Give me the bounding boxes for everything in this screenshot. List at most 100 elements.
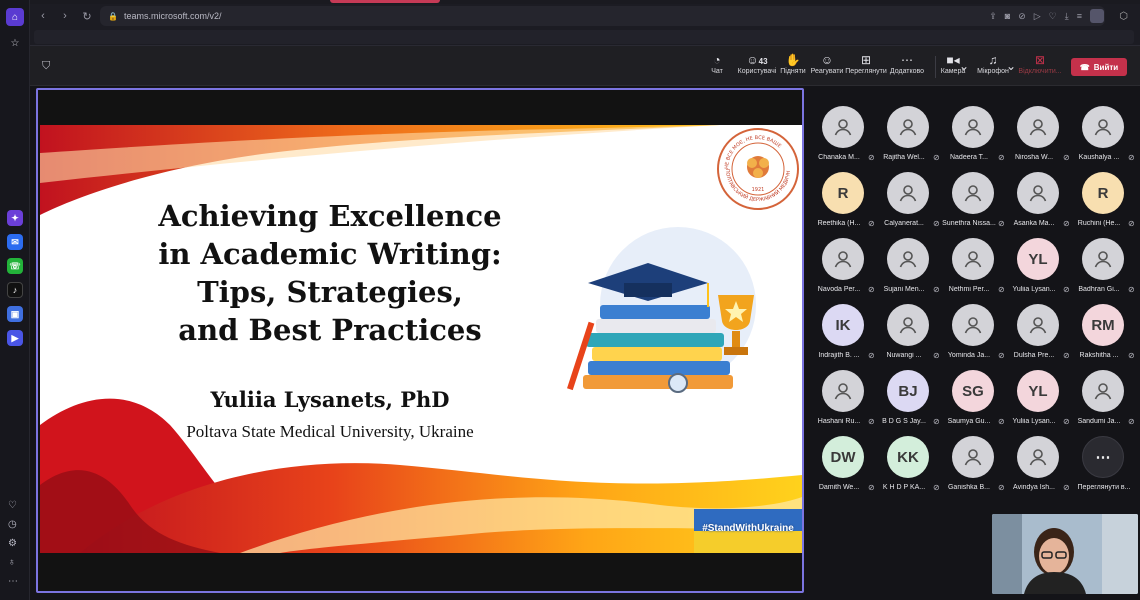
participant-tile[interactable]: Yominda Ja... ⊘ xyxy=(942,304,1006,370)
history-icon[interactable]: ◷ xyxy=(8,519,17,530)
mic-off-icon: ⊘ xyxy=(1063,153,1070,162)
participant-name: Damith We... xyxy=(818,484,860,491)
participant-name: Chanaka M... xyxy=(818,154,860,161)
home-icon[interactable]: ⌂ xyxy=(6,8,24,26)
participant-name: Nethmi Per... xyxy=(948,286,990,293)
participant-tile[interactable]: Sandumi Ja... ⊘ xyxy=(1072,370,1136,436)
participant-tile[interactable]: BJ B D G S Jay... ⊘ xyxy=(877,370,941,436)
phone-icon: ☎ xyxy=(1079,62,1090,72)
participant-tile[interactable]: R Reethika (H... ⊘ xyxy=(812,172,876,238)
participant-name: Kaushalya ... xyxy=(1078,154,1120,161)
app-icon-teams[interactable]: ▶ xyxy=(7,330,23,346)
block-icon[interactable]: ⊘ xyxy=(1018,11,1026,22)
meeting-window: ⛉ ◔ Чат ☺43 Користувачі ✋ Підняти ☺ Реаг… xyxy=(30,46,1140,600)
mic-off-icon: ⊘ xyxy=(868,285,875,294)
shield-icon[interactable]: ⛉ xyxy=(42,60,50,73)
slide: Achieving Excellence in Academic Writing… xyxy=(40,125,802,553)
profile-avatar[interactable] xyxy=(1090,9,1104,23)
forward-icon[interactable]: › xyxy=(56,7,74,25)
participant-name: Navoda Per... xyxy=(817,286,861,293)
star-icon[interactable]: ☆ xyxy=(6,34,24,52)
participant-tile[interactable]: Chanaka M... ⊘ xyxy=(812,106,876,172)
participant-avatar: R xyxy=(822,172,864,214)
participant-tile[interactable]: Badhran Gi... ⊘ xyxy=(1072,238,1136,304)
more-icon[interactable]: ⋯ xyxy=(8,576,18,587)
self-video-tile[interactable] xyxy=(992,514,1138,594)
presentation-stage[interactable]: Achieving Excellence in Academic Writing… xyxy=(36,88,804,593)
play-icon[interactable]: ▷ xyxy=(1034,11,1041,22)
participant-tile[interactable]: KK K H D P KA... ⊘ xyxy=(877,436,941,502)
participant-tile[interactable]: Nadeera T... ⊘ xyxy=(942,106,1006,172)
lock-icon: 🔒 xyxy=(108,11,118,21)
mic-off-icon: ⊘ xyxy=(933,417,940,426)
app-icon-box[interactable]: ▣ xyxy=(7,306,23,322)
participant-tile[interactable]: Asanka Ma... ⊘ xyxy=(1007,172,1071,238)
participant-tile[interactable]: Avindya Ish... ⊘ xyxy=(1007,436,1071,502)
person-icon xyxy=(952,304,994,346)
participant-name: Avindya Ish... xyxy=(1013,484,1055,491)
share-icon[interactable]: ⇪ xyxy=(989,11,997,22)
url-text: teams.microsoft.com/v2/ xyxy=(123,11,222,21)
mic-off-icon: ⊘ xyxy=(1128,351,1135,360)
slide-affiliation: Poltava State Medical University, Ukrain… xyxy=(186,422,474,441)
person-icon xyxy=(1082,370,1124,412)
mic-off-icon: ⊘ xyxy=(1128,417,1135,426)
participant-tile[interactable]: Kaushalya ... ⊘ xyxy=(1072,106,1136,172)
back-icon[interactable]: ‹ xyxy=(34,7,52,25)
mic-off-icon: ⊘ xyxy=(933,483,940,492)
mic-off-icon: ⊘ xyxy=(998,219,1005,228)
mic-off-icon: ⊘ xyxy=(1063,417,1070,426)
person-icon xyxy=(1082,106,1124,148)
participant-tile[interactable]: Navoda Per... ⊘ xyxy=(812,238,876,304)
mic-off-icon: ⊘ xyxy=(868,153,875,162)
slide-title: Achieving Excellence in Academic Writing… xyxy=(158,199,502,347)
participant-tile[interactable]: Hashani Ru... ⊘ xyxy=(812,370,876,436)
participant-tile[interactable]: Rajitha Wel... ⊘ xyxy=(877,106,941,172)
participant-tile[interactable]: Nuwangi ... ⊘ xyxy=(877,304,941,370)
tiktok-icon[interactable]: ♪ xyxy=(7,282,23,298)
ellipsis-icon: ⋯ xyxy=(1082,436,1124,478)
participant-avatar: IK xyxy=(822,304,864,346)
more-button[interactable]: ⋯ Додатково xyxy=(884,52,930,75)
participant-tile[interactable]: YL Yuliia Lysan... ⊘ xyxy=(1007,238,1071,304)
reload-icon[interactable]: ↻ xyxy=(78,7,96,25)
participant-tile[interactable]: Nirosha W... ⊘ xyxy=(1007,106,1071,172)
extensions-icon[interactable]: ⬡ xyxy=(1119,11,1128,22)
share-button[interactable]: ⊠ Відключити... xyxy=(1017,52,1063,75)
messenger-icon[interactable]: ✉ xyxy=(7,234,23,250)
person-icon xyxy=(1017,436,1059,478)
participant-tile[interactable]: R Ruchini (He... ⊘ xyxy=(1072,172,1136,238)
app-icon-paint[interactable]: ✦ xyxy=(7,210,23,226)
whatsapp-icon[interactable]: ☏ xyxy=(7,258,23,274)
mic-off-icon: ⊘ xyxy=(933,285,940,294)
participant-tile[interactable]: Sujani Men... ⊘ xyxy=(877,238,941,304)
participant-tile[interactable]: DW Damith We... ⊘ xyxy=(812,436,876,502)
heart-icon[interactable]: ♡ xyxy=(8,500,17,511)
settings-icon[interactable]: ⚙ xyxy=(8,538,17,549)
tab-active[interactable] xyxy=(330,0,440,3)
bulb-icon[interactable]: ♁ xyxy=(8,557,16,568)
participant-tile[interactable]: Nethmi Per... ⊘ xyxy=(942,238,1006,304)
camera-icon[interactable]: ◙ xyxy=(1005,11,1010,21)
participant-tile[interactable]: RM Rakshitha ... ⊘ xyxy=(1072,304,1136,370)
address-bar: ‹ › ↻ 🔒 teams.microsoft.com/v2/ ⇪ ◙ ⊘ ▷ … xyxy=(30,4,1140,28)
heart-icon[interactable]: ♡ xyxy=(1049,11,1057,22)
share-screen-icon: ⊠ xyxy=(1034,53,1046,67)
participant-tile[interactable]: YL Yuliia Lysan... ⊘ xyxy=(1007,370,1071,436)
participant-tile[interactable]: Sunethra Nissa... ⊘ xyxy=(942,172,1006,238)
download-icon[interactable]: ⤓ xyxy=(1065,11,1069,22)
svg-text:1921: 1921 xyxy=(752,187,765,193)
menu-icon[interactable]: ≡ xyxy=(1077,11,1082,21)
participant-tile[interactable]: Dulsha Pre... ⊘ xyxy=(1007,304,1071,370)
view-button[interactable]: ⊞ Переглянути xyxy=(843,52,889,75)
participant-tile[interactable]: SG Saumya Gu... ⊘ xyxy=(942,370,1006,436)
view-more-button[interactable]: ⋯ Переглянути в... xyxy=(1072,436,1136,502)
participant-avatar: BJ xyxy=(887,370,929,412)
person-icon xyxy=(822,238,864,280)
participant-tile[interactable]: Ganishka B... ⊘ xyxy=(942,436,1006,502)
participant-tile[interactable]: IK Indrajith B. ... ⊘ xyxy=(812,304,876,370)
url-input[interactable]: 🔒 teams.microsoft.com/v2/ xyxy=(100,6,1105,26)
books-trophy-illustration xyxy=(567,227,756,393)
participant-tile[interactable]: Calyanerat... ⊘ xyxy=(877,172,941,238)
leave-button[interactable]: ☎ Вийти xyxy=(1071,58,1127,76)
